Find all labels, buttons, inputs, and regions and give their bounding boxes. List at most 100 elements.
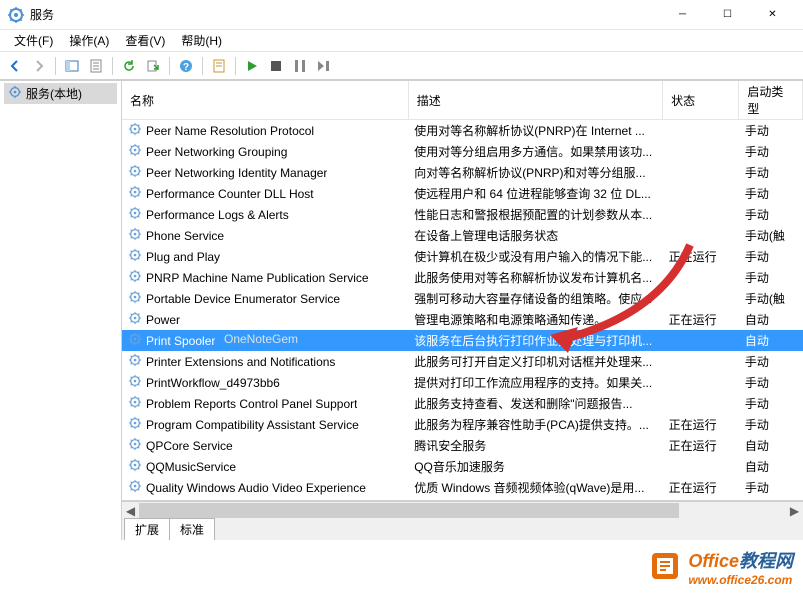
service-gear-icon [128, 374, 142, 391]
refresh-button[interactable] [118, 55, 140, 77]
service-startup: 手动 [739, 351, 803, 372]
service-status [663, 351, 739, 372]
window-title: 服务 [30, 6, 660, 23]
column-header-status[interactable]: 状态 [663, 81, 739, 120]
tab-standard[interactable]: 标准 [169, 518, 215, 540]
column-header-startup[interactable]: 启动类型 [739, 81, 803, 120]
service-status [663, 393, 739, 414]
export-list-button[interactable] [142, 55, 164, 77]
service-status [663, 372, 739, 393]
service-row[interactable]: Phone Service在设备上管理电话服务状态手动(触 [122, 225, 803, 246]
service-description: 使远程用户和 64 位进程能够查询 32 位 DL... [408, 183, 662, 204]
service-status [663, 204, 739, 225]
services-list[interactable]: 名称 描述 状态 启动类型 Peer Name Resolution Proto… [122, 81, 803, 501]
scroll-thumb[interactable] [139, 503, 679, 518]
stop-service-button[interactable] [265, 55, 287, 77]
tree-node-services-local[interactable]: 服务(本地) [4, 83, 117, 104]
service-startup: 自动 [739, 456, 803, 477]
service-row[interactable]: Performance Logs & Alerts性能日志和警报根据预配置的计划… [122, 204, 803, 225]
service-description: 向对等名称解析协议(PNRP)和对等分组服... [408, 162, 662, 183]
service-row[interactable]: Quality Windows Audio Video Experience优质… [122, 477, 803, 498]
service-status: 正在运行 [663, 309, 739, 330]
service-status [663, 456, 739, 477]
svg-text:?: ? [183, 62, 189, 73]
service-gear-icon [128, 416, 142, 433]
horizontal-scrollbar[interactable]: ◀ ▶ [122, 501, 803, 518]
service-description: 此服务可打开自定义打印机对话框并处理来... [408, 351, 662, 372]
service-description: 使用对等名称解析协议(PNRP)在 Internet ... [408, 120, 662, 142]
service-description: 优质 Windows 音频视频体验(qWave)是用... [408, 477, 662, 498]
service-startup: 手动 [739, 141, 803, 162]
service-name: Printer Extensions and Notifications [146, 355, 335, 369]
help-button[interactable]: ? [175, 55, 197, 77]
logo-text-url: www.office26.com [688, 573, 793, 587]
services-app-icon [8, 7, 24, 23]
service-description: 此服务为程序兼容性助手(PCA)提供支持。... [408, 414, 662, 435]
services-table: 名称 描述 状态 启动类型 Peer Name Resolution Proto… [122, 81, 803, 501]
service-gear-icon [128, 122, 142, 139]
minimize-button[interactable]: ─ [660, 1, 705, 29]
service-row[interactable]: Peer Networking Identity Manager向对等名称解析协… [122, 162, 803, 183]
service-row[interactable]: Print Spooler该服务在后台执行打印作业并处理与打印机...自动 [122, 330, 803, 351]
service-row[interactable]: QQMusicServiceQQ音乐加速服务自动 [122, 456, 803, 477]
service-row[interactable]: Performance Counter DLL Host使远程用户和 64 位进… [122, 183, 803, 204]
menu-help[interactable]: 帮助(H) [173, 30, 230, 51]
service-status [663, 288, 739, 309]
service-row[interactable]: PNRP Machine Name Publication Service此服务… [122, 267, 803, 288]
service-name: Plug and Play [146, 250, 220, 264]
service-startup: 手动 [739, 246, 803, 267]
service-status [663, 141, 739, 162]
service-description: 腾讯安全服务 [408, 435, 662, 456]
service-gear-icon [128, 227, 142, 244]
column-header-description[interactable]: 描述 [408, 81, 662, 120]
back-button[interactable] [4, 55, 26, 77]
menu-file[interactable]: 文件(F) [6, 30, 61, 51]
tab-extended[interactable]: 扩展 [124, 518, 170, 540]
service-row[interactable]: QPCore Service腾讯安全服务正在运行自动 [122, 435, 803, 456]
footer-logo: Office教程网 www.office26.com [648, 547, 793, 587]
service-startup: 手动 [739, 372, 803, 393]
service-row[interactable]: Plug and Play使计算机在极少或没有用户输入的情况下能...正在运行手… [122, 246, 803, 267]
service-row[interactable]: Program Compatibility Assistant Service此… [122, 414, 803, 435]
service-row[interactable]: Printer Extensions and Notifications 此服务可… [122, 351, 803, 372]
service-description: 在设备上管理电话服务状态 [408, 225, 662, 246]
show-hide-tree-button[interactable] [61, 55, 83, 77]
service-startup: 手动 [739, 393, 803, 414]
service-gear-icon [128, 248, 142, 265]
service-description: 提供对打印工作流应用程序的支持。如果关... [408, 372, 662, 393]
service-row[interactable]: Power管理电源策略和电源策略通知传递。正在运行自动 [122, 309, 803, 330]
service-startup: 手动 [739, 120, 803, 142]
service-row[interactable]: PrintWorkflow_d4973bb6 提供对打印工作流应用程序的支持。如果… [122, 372, 803, 393]
service-gear-icon [128, 311, 142, 328]
column-header-name[interactable]: 名称 [122, 81, 408, 120]
service-row[interactable]: Portable Device Enumerator Service强制可移动大… [122, 288, 803, 309]
menu-view[interactable]: 查看(V) [117, 30, 173, 51]
start-service-button[interactable] [241, 55, 263, 77]
properties-2-button[interactable] [208, 55, 230, 77]
close-button[interactable]: ✕ [750, 1, 795, 29]
forward-button[interactable] [28, 55, 50, 77]
service-row[interactable]: Problem Reports Control Panel Support此服务… [122, 393, 803, 414]
pause-service-button[interactable] [289, 55, 311, 77]
service-gear-icon [128, 479, 142, 496]
menu-action[interactable]: 操作(A) [61, 30, 117, 51]
service-status [663, 267, 739, 288]
service-status [663, 183, 739, 204]
tree-pane: 服务(本地) [0, 81, 122, 540]
service-status [663, 330, 739, 351]
maximize-button[interactable]: ☐ [705, 1, 750, 29]
service-name: PrintWorkflow_d4973bb6 [146, 376, 280, 390]
restart-service-button[interactable] [313, 55, 335, 77]
service-startup: 自动 [739, 435, 803, 456]
properties-button[interactable] [85, 55, 107, 77]
service-description: 管理电源策略和电源策略通知传递。 [408, 309, 662, 330]
service-description: QQ音乐加速服务 [408, 456, 662, 477]
service-row[interactable]: Peer Networking Grouping使用对等分组启用多方通信。如果禁… [122, 141, 803, 162]
service-startup: 自动 [739, 309, 803, 330]
scroll-right-icon[interactable]: ▶ [786, 502, 803, 519]
service-name: Print Spooler [146, 334, 215, 348]
service-gear-icon [128, 353, 142, 370]
service-row[interactable]: Peer Name Resolution Protocol使用对等名称解析协议(… [122, 120, 803, 142]
scroll-left-icon[interactable]: ◀ [122, 502, 139, 519]
service-description: 使计算机在极少或没有用户输入的情况下能... [408, 246, 662, 267]
